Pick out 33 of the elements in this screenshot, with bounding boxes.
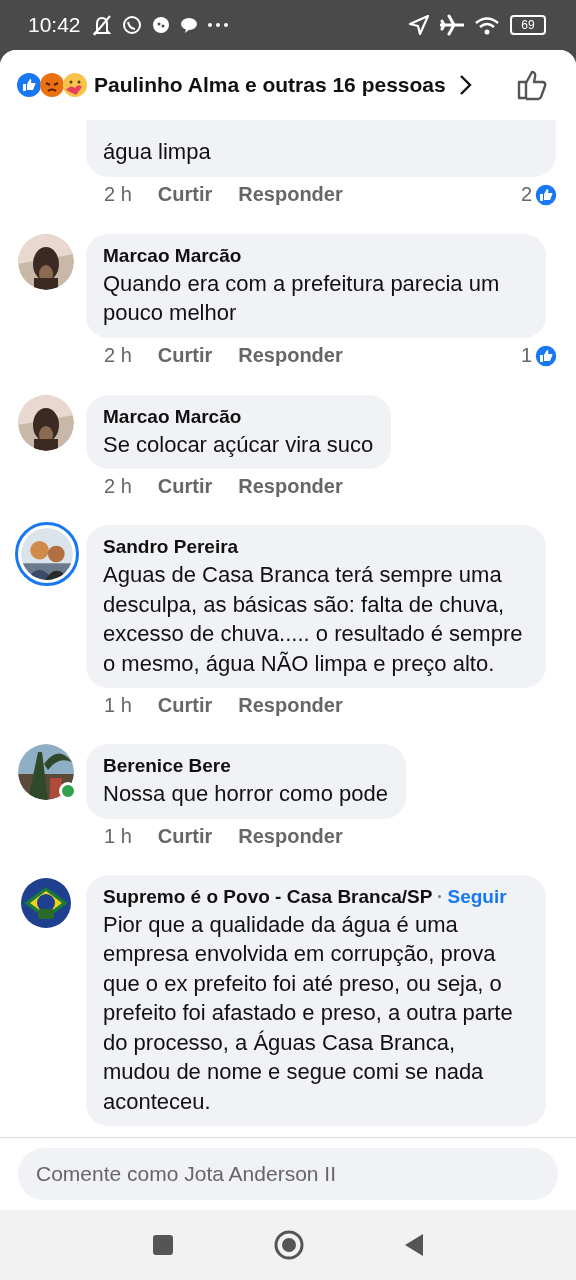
like-link[interactable]: Curtir (157, 344, 213, 367)
reactors-link[interactable]: Paulinho Alma e outras 16 pessoas (94, 73, 446, 97)
comment-time: 2 h (104, 344, 132, 367)
author-name[interactable]: Sandro Pereira (103, 534, 239, 560)
comment-text: Quando era com a prefeitura parecia um pouco melhor (103, 269, 501, 327)
follow-link[interactable]: Seguir (447, 885, 507, 908)
reply-link[interactable]: Responder (238, 694, 343, 717)
author-name[interactable]: Berenice Bere (103, 753, 231, 779)
like-link[interactable]: Curtir (157, 824, 213, 848)
comment-time: 1 h (104, 824, 132, 848)
comment-time: 1 h (104, 694, 132, 717)
comment-text: Aguas de Casa Branca terá sempre uma desculpa, as básicas são: falta de chuva, excesso de chuva..... o resultado é sempre o mesmo, água NÃO limpa e preço alto. (103, 561, 524, 678)
reply-link[interactable]: Responder (238, 475, 343, 498)
author-name[interactable]: Marcao Marcão (103, 242, 242, 269)
like-link[interactable]: Curtir (157, 475, 213, 498)
clock-time: 10:42 (28, 13, 81, 37)
like-link[interactable]: Curtir (157, 183, 213, 206)
reply-link[interactable]: Responder (238, 344, 343, 367)
comment-field[interactable]: Comente como Jota Anderson II (18, 1148, 558, 1200)
reaction-count: 1 (520, 344, 532, 367)
author-name[interactable]: Supremo é o Povo - Casa Branca/SP (103, 883, 433, 910)
battery-level: 69 (521, 19, 535, 31)
comment-text: Pior que a qualidade da água é uma empresa envolvida em corrupção, prova que o ex prefeito foi até preso, ou seja, o prefeito foi afastado e preso, a outra parte do processo, a Águas Casa Branca, mudou de nome e segue comi se nada aconteceu. (103, 910, 514, 1116)
comment-text: água limpa (103, 138, 212, 166)
reply-link[interactable]: Responder (238, 824, 343, 848)
comment-text: Se colocar açúcar vira suco (103, 430, 374, 459)
like-link[interactable]: Curtir (157, 694, 213, 717)
author-name[interactable]: Marcao Marcão (103, 403, 242, 430)
comment-time: 2 h (104, 183, 132, 206)
comment-time: 2 h (104, 475, 132, 498)
comment-text: Nossa que horror como pode (103, 780, 388, 808)
reaction-count: 2 (520, 183, 532, 206)
reply-link[interactable]: Responder (238, 183, 343, 206)
